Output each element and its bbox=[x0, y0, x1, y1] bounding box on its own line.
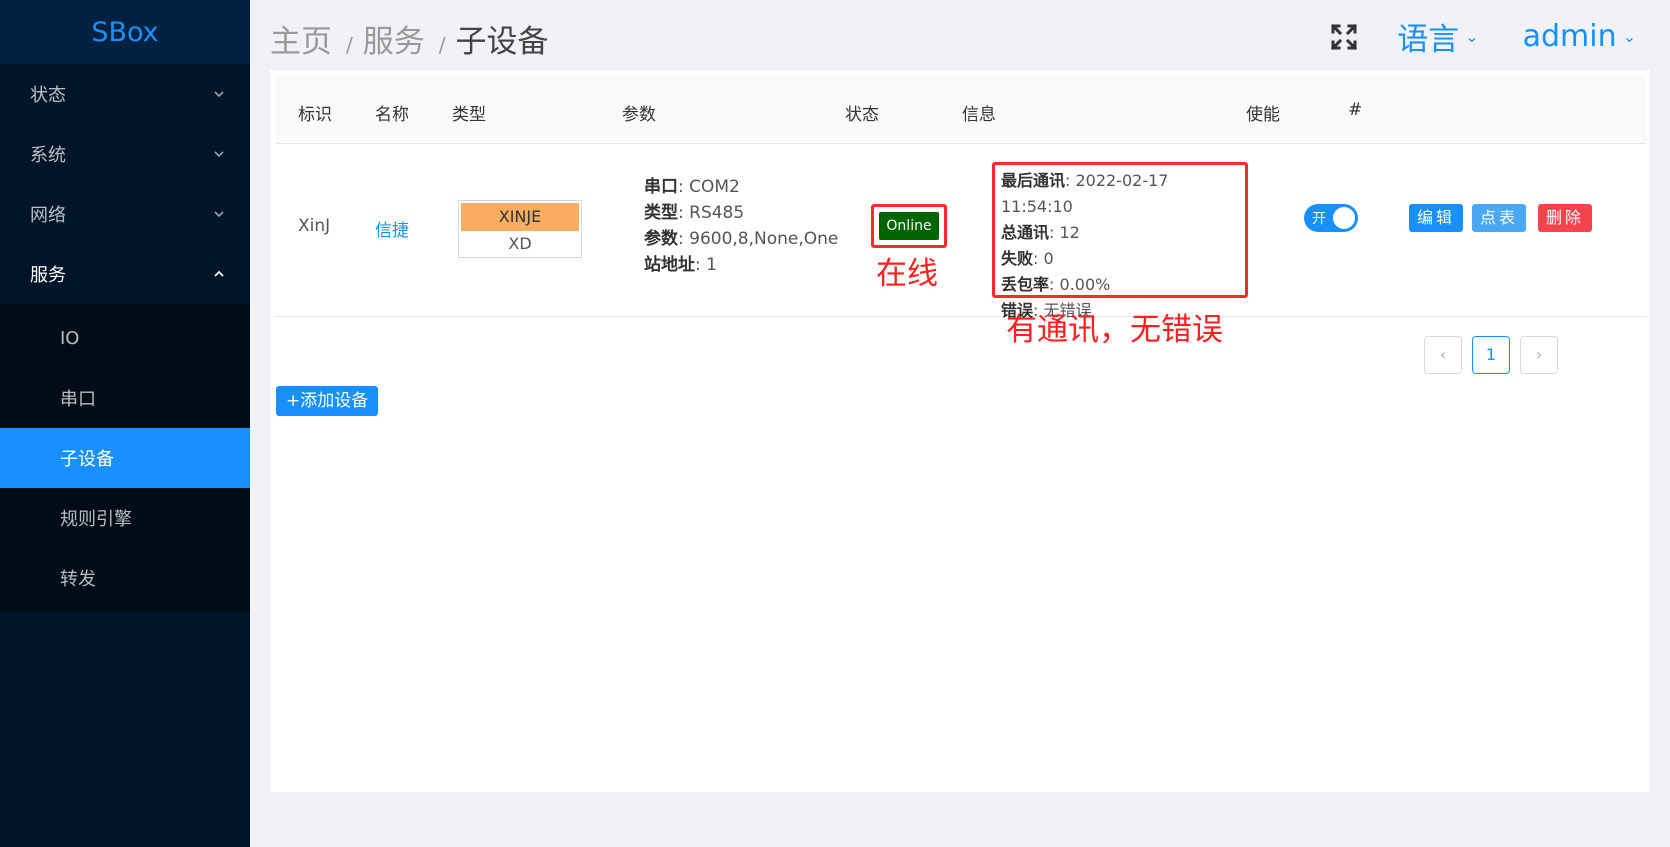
status-annotation: 在线 bbox=[876, 256, 938, 292]
column-header-actions: # bbox=[1348, 100, 1363, 120]
device-id: XinJ bbox=[298, 216, 331, 236]
column-header-params: 参数 bbox=[622, 105, 656, 125]
sidebar-item-label: 状态 bbox=[30, 85, 66, 106]
sidebar-item-label: 网络 bbox=[30, 205, 66, 226]
sidebar-item-network[interactable]: 网络 bbox=[0, 184, 250, 244]
param-line: 参数: 9600,8,None,One bbox=[644, 229, 839, 249]
sidebar-item-subdevice[interactable]: 子设备 bbox=[0, 428, 250, 488]
param-line: 串口: COM2 bbox=[644, 177, 740, 197]
breadcrumb-separator: / bbox=[438, 33, 446, 57]
chevron-down-icon bbox=[214, 151, 224, 158]
chevron-down-icon bbox=[214, 91, 224, 98]
chevron-down-icon: ⌄ bbox=[1465, 27, 1479, 46]
sidebar-item-io[interactable]: IO bbox=[0, 308, 250, 368]
enable-toggle-label: 开 bbox=[1312, 211, 1326, 227]
chevron-up-icon bbox=[214, 270, 224, 277]
user-name: admin bbox=[1522, 19, 1617, 54]
sidebar-item-serial[interactable]: 串口 bbox=[0, 368, 250, 428]
status-badge: Online bbox=[879, 212, 939, 240]
sidebar-item-system[interactable]: 系统 bbox=[0, 124, 250, 184]
pagination-next[interactable]: › bbox=[1520, 336, 1558, 374]
chevron-down-icon: ⌄ bbox=[1622, 27, 1636, 46]
column-header-name: 名称 bbox=[375, 105, 409, 125]
point-table-button[interactable]: 点表 bbox=[1472, 204, 1527, 232]
chevron-down-icon bbox=[214, 211, 224, 218]
info-line: 总通讯: 12 bbox=[1001, 223, 1080, 242]
delete-button[interactable]: 删除 bbox=[1538, 204, 1593, 232]
add-device-button[interactable]: +添加设备 bbox=[276, 386, 379, 416]
edit-button[interactable]: 编辑 bbox=[1409, 204, 1464, 232]
param-line: 类型: RS485 bbox=[644, 203, 745, 223]
services-submenu: IO 串口 子设备 规则引擎 转发 bbox=[0, 304, 250, 612]
language-label: 语言 bbox=[1397, 22, 1460, 58]
info-annotation: 有通讯，无错误 bbox=[1006, 312, 1223, 348]
pagination-prev[interactable]: ‹ bbox=[1424, 336, 1462, 374]
app-logo[interactable]: SBox bbox=[0, 0, 250, 64]
sidebar-item-label: 服务 bbox=[30, 265, 66, 286]
column-header-info: 信息 bbox=[962, 105, 996, 125]
sidebar-item-rule-engine[interactable]: 规则引擎 bbox=[0, 488, 250, 548]
enable-toggle[interactable]: 开 bbox=[1304, 204, 1358, 232]
toggle-knob bbox=[1333, 207, 1355, 229]
sidebar: SBox 状态 系统 网络 服务 IO 串口 子设备 规则引擎 转发 bbox=[0, 0, 250, 847]
header-actions: 语言 ⌄ admin ⌄ bbox=[1329, 14, 1636, 59]
breadcrumb: 主页 / 服务 / 子设备 bbox=[270, 16, 549, 61]
table-header: 标识 名称 类型 参数 状态 信息 使能 # bbox=[276, 76, 1646, 144]
pagination-page[interactable]: 1 bbox=[1472, 336, 1510, 374]
table-row: XinJ 信捷 XINJE XD 串口: COM2 类型: RS485 参数: … bbox=[276, 144, 1646, 317]
user-dropdown[interactable]: admin ⌄ bbox=[1523, 19, 1636, 54]
column-header-enable: 使能 bbox=[1246, 105, 1280, 125]
info-line: 丢包率: 0.00% bbox=[1001, 275, 1111, 294]
status-highlight: Online bbox=[871, 204, 947, 248]
language-dropdown[interactable]: 语言 ⌄ bbox=[1397, 14, 1478, 59]
breadcrumb-separator: / bbox=[346, 33, 353, 57]
breadcrumb-home[interactable]: 主页 bbox=[270, 16, 332, 61]
sidebar-item-forward[interactable]: 转发 bbox=[0, 548, 250, 608]
device-type-tag: XINJE XD bbox=[458, 200, 582, 258]
sidebar-item-label: 系统 bbox=[30, 145, 66, 166]
device-type-primary: XINJE bbox=[461, 203, 579, 231]
info-line: 最后通讯: 2022-02-17 11:54:10 bbox=[1001, 171, 1169, 216]
info-highlight: 最后通讯: 2022-02-17 11:54:10 总通讯: 12 失败: 0 … bbox=[992, 162, 1248, 320]
param-line: 站地址: 1 bbox=[644, 255, 717, 275]
breadcrumb-current: 子设备 bbox=[455, 24, 549, 60]
fullscreen-icon[interactable] bbox=[1329, 22, 1359, 52]
breadcrumb-services[interactable]: 服务 bbox=[363, 16, 425, 61]
device-params: 串口: COM2 类型: RS485 参数: 9600,8,None,One 站… bbox=[644, 174, 838, 278]
column-header-id: 标识 bbox=[298, 105, 332, 125]
info-line: 失败: 0 bbox=[1001, 249, 1054, 268]
sidebar-item-status[interactable]: 状态 bbox=[0, 64, 250, 124]
sidebar-item-services[interactable]: 服务 bbox=[0, 244, 250, 304]
device-panel: 标识 名称 类型 参数 状态 信息 使能 # XinJ 信捷 XINJE XD … bbox=[270, 70, 1650, 792]
column-header-type: 类型 bbox=[452, 105, 486, 125]
header: 主页 / 服务 / 子设备 语言 ⌄ admin ⌄ bbox=[250, 0, 1670, 70]
device-name-link[interactable]: 信捷 bbox=[375, 216, 409, 241]
device-type-secondary: XD bbox=[508, 234, 532, 253]
column-header-status: 状态 bbox=[845, 105, 879, 125]
